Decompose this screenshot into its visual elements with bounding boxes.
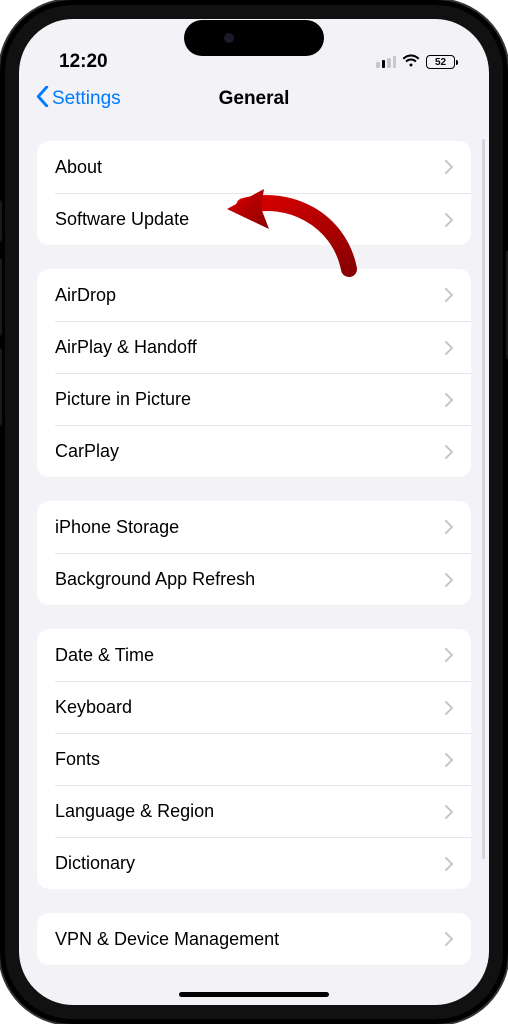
mute-switch[interactable] <box>0 200 2 242</box>
settings-group: VPN & Device Management <box>37 913 471 965</box>
row-about[interactable]: About <box>37 141 471 193</box>
row-label: Keyboard <box>55 697 132 718</box>
back-button[interactable]: Settings <box>35 77 121 121</box>
row-language-region[interactable]: Language & Region <box>55 785 471 837</box>
wifi-icon <box>402 51 420 73</box>
row-picture-in-picture[interactable]: Picture in Picture <box>55 373 471 425</box>
chevron-right-icon <box>445 213 453 227</box>
row-keyboard[interactable]: Keyboard <box>55 681 471 733</box>
chevron-right-icon <box>445 932 453 946</box>
chevron-right-icon <box>445 701 453 715</box>
screen: 12:20 52 Settings General About <box>19 19 489 1005</box>
cellular-signal-icon <box>376 56 396 68</box>
row-dictionary[interactable]: Dictionary <box>55 837 471 889</box>
settings-group: iPhone Storage Background App Refresh <box>37 501 471 605</box>
row-date-time[interactable]: Date & Time <box>37 629 471 681</box>
chevron-right-icon <box>445 160 453 174</box>
row-label: Date & Time <box>55 645 154 666</box>
settings-group: Date & Time Keyboard Fonts Language & Re… <box>37 629 471 889</box>
row-iphone-storage[interactable]: iPhone Storage <box>37 501 471 553</box>
chevron-left-icon <box>35 86 50 113</box>
row-label: VPN & Device Management <box>55 929 279 950</box>
volume-up-button[interactable] <box>0 258 2 336</box>
battery-icon: 52 <box>426 55 455 69</box>
volume-down-button[interactable] <box>0 348 2 426</box>
chevron-right-icon <box>445 288 453 302</box>
row-software-update[interactable]: Software Update <box>55 193 471 245</box>
row-label: Fonts <box>55 749 100 770</box>
row-label: CarPlay <box>55 441 119 462</box>
home-indicator[interactable] <box>179 992 329 997</box>
settings-group: AirDrop AirPlay & Handoff Picture in Pic… <box>37 269 471 477</box>
row-label: Language & Region <box>55 801 214 822</box>
chevron-right-icon <box>445 573 453 587</box>
row-airdrop[interactable]: AirDrop <box>37 269 471 321</box>
row-label: Dictionary <box>55 853 135 874</box>
row-label: Background App Refresh <box>55 569 255 590</box>
status-indicators: 52 <box>376 51 455 73</box>
navigation-bar: Settings General <box>19 77 489 121</box>
dynamic-island <box>184 20 324 56</box>
row-label: Software Update <box>55 209 189 230</box>
chevron-right-icon <box>445 393 453 407</box>
row-background-app-refresh[interactable]: Background App Refresh <box>55 553 471 605</box>
chevron-right-icon <box>445 341 453 355</box>
row-vpn-device-management[interactable]: VPN & Device Management <box>37 913 471 965</box>
chevron-right-icon <box>445 520 453 534</box>
row-label: Picture in Picture <box>55 389 191 410</box>
row-label: AirPlay & Handoff <box>55 337 197 358</box>
settings-content[interactable]: About Software Update AirDrop AirPlay & … <box>19 121 489 1005</box>
chevron-right-icon <box>445 648 453 662</box>
chevron-right-icon <box>445 753 453 767</box>
page-title: General <box>219 88 290 110</box>
row-label: AirDrop <box>55 285 116 306</box>
row-carplay[interactable]: CarPlay <box>55 425 471 477</box>
row-label: iPhone Storage <box>55 517 179 538</box>
chevron-right-icon <box>445 445 453 459</box>
chevron-right-icon <box>445 857 453 871</box>
chevron-right-icon <box>445 805 453 819</box>
battery-percent: 52 <box>435 57 446 68</box>
row-label: About <box>55 157 102 178</box>
row-airplay-handoff[interactable]: AirPlay & Handoff <box>55 321 471 373</box>
scrollbar[interactable] <box>482 139 485 859</box>
row-fonts[interactable]: Fonts <box>55 733 471 785</box>
back-label: Settings <box>52 88 121 110</box>
status-time: 12:20 <box>59 51 108 73</box>
settings-group: About Software Update <box>37 141 471 245</box>
iphone-frame: 12:20 52 Settings General About <box>0 0 508 1024</box>
